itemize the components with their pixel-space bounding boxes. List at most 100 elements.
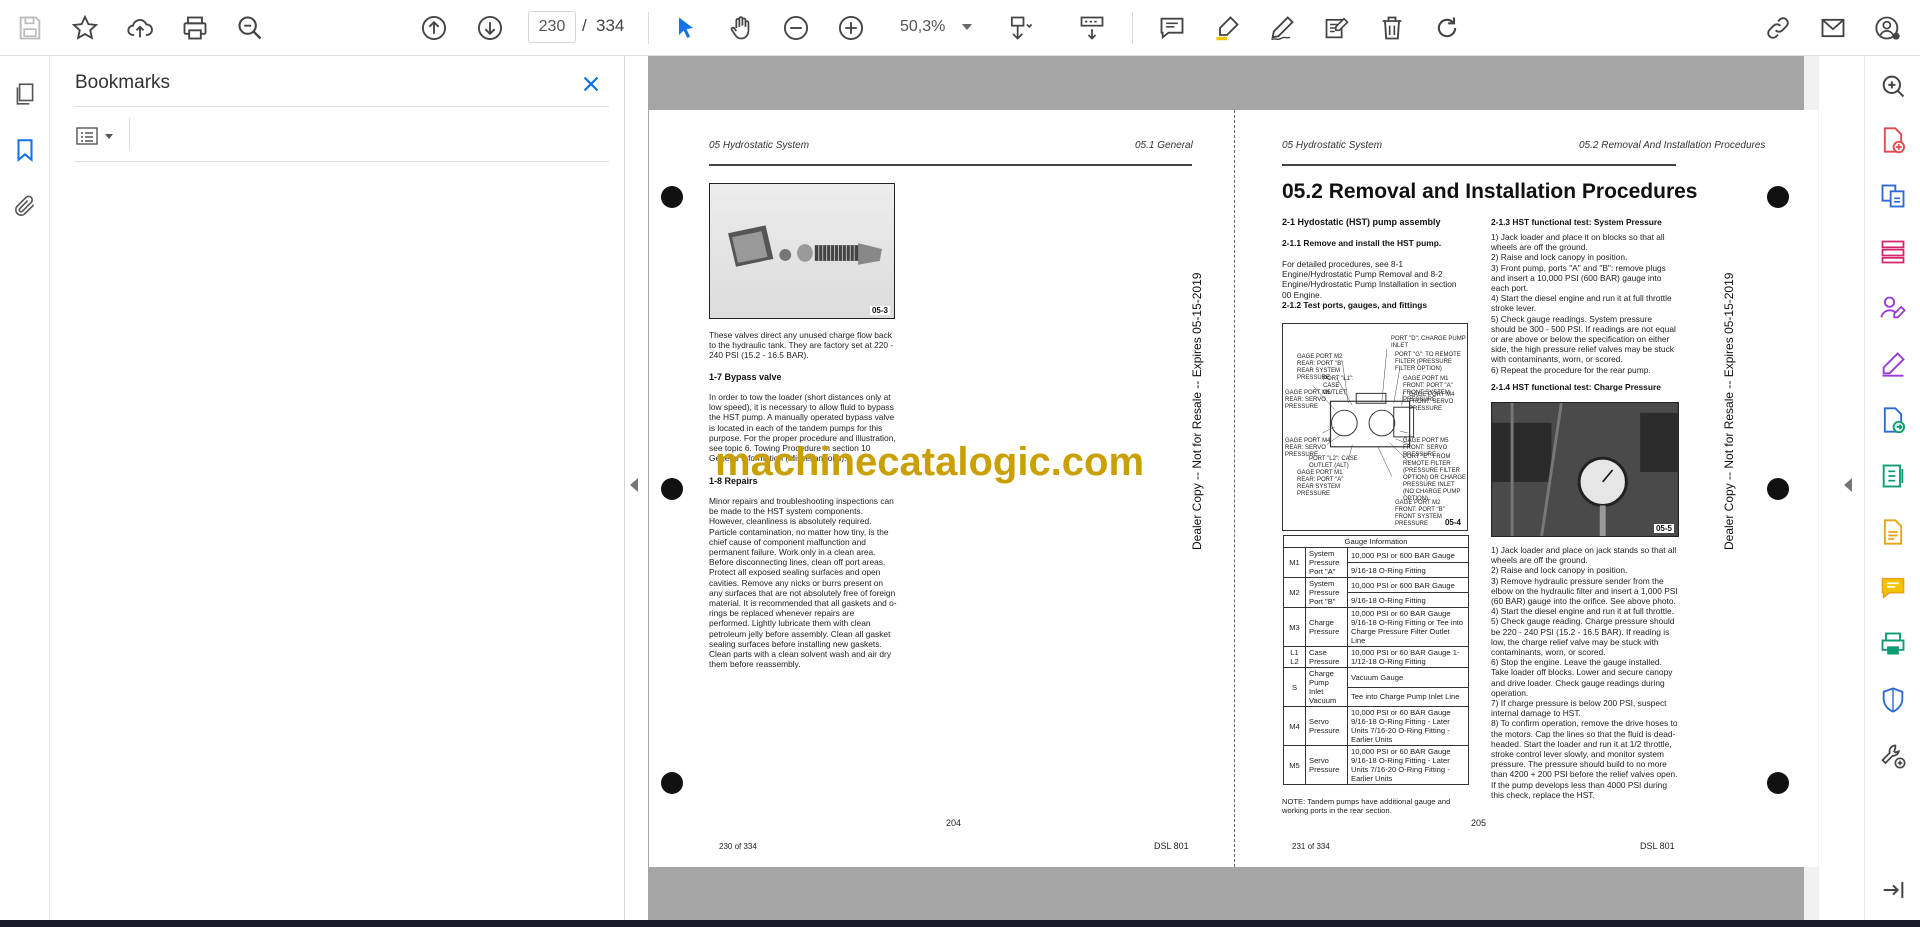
right-tools-rail [1864, 56, 1920, 920]
previous-page-icon[interactable] [416, 10, 452, 46]
collapse-left-pane-icon[interactable] [630, 478, 638, 492]
page-footer-count: 231 of 334 [1292, 842, 1330, 851]
list-item: 3) Remove hydraulic pressure sender from… [1491, 575, 1678, 607]
rotate-icon[interactable] [1429, 10, 1465, 46]
running-header-left: 05 Hydrostatic System [709, 140, 810, 151]
comment-icon[interactable] [1154, 10, 1190, 46]
taskbar-strip [0, 920, 1920, 927]
upload-cloud-icon[interactable] [122, 10, 158, 46]
account-user-icon[interactable] [1870, 10, 1906, 46]
email-icon[interactable] [1815, 10, 1851, 46]
binder-hole [1767, 478, 1789, 500]
delete-trash-icon[interactable] [1374, 10, 1410, 46]
edit-pdf-icon[interactable] [1877, 516, 1909, 548]
next-page-icon[interactable] [472, 10, 508, 46]
diagram-callout: GAGE PORT M5 REAR: SERVO PRESSURE [1285, 390, 1331, 410]
binder-hole [1767, 186, 1789, 208]
create-pdf-icon[interactable] [1877, 124, 1909, 156]
binder-hole [1767, 772, 1789, 794]
gauge-spec-cell: Tee into Charge Pump Inlet Line [1347, 686, 1469, 707]
table-row: M4 Servo Pressure 10,000 PSI or 60 BAR G… [1283, 706, 1469, 746]
zoom-level-select[interactable]: 50,3% [888, 11, 972, 43]
figure-label: 05-5 [1653, 524, 1674, 533]
expand-tools-pane-icon[interactable] [1877, 874, 1909, 906]
table-row: M3 Charge Pressure 10,000 PSI or 60 BAR … [1283, 607, 1469, 647]
close-panel-icon[interactable] [575, 68, 607, 100]
collapse-right-pane-icon[interactable] [1844, 478, 1852, 492]
header-rule [709, 164, 1192, 166]
section-heading-2-1-3: 2-1.3 HST functional test: System Pressu… [1491, 217, 1662, 227]
bookmark-options-button[interactable] [75, 120, 123, 152]
protect-shield-icon[interactable] [1877, 684, 1909, 716]
edit-text-icon[interactable] [1319, 10, 1355, 46]
binder-hole [661, 186, 683, 208]
diagram-callout: GAGE PORT M4 FRONT: SERVO PRESSURE [1409, 392, 1455, 412]
table-header-row: Gauge Information [1283, 535, 1469, 548]
paragraph-repairs: Minor repairs and troubleshooting inspec… [709, 496, 897, 670]
more-tools-icon[interactable] [1877, 740, 1909, 772]
zoom-dropdown-chevron-icon[interactable] [962, 24, 972, 30]
gauge-id-cell: S [1283, 667, 1306, 707]
toolbar-divider [1132, 12, 1133, 44]
scroll-mode-icon[interactable] [1074, 10, 1110, 46]
list-item: 7) If charge pressure is below 200 PSI, … [1491, 698, 1667, 719]
diagram-callout: PORT "G": TO REMOTE FILTER (PRESSURE FIL… [1395, 352, 1461, 372]
panel-divider [75, 161, 609, 162]
organize-pages-icon[interactable] [1877, 236, 1909, 268]
page-separator: / [582, 16, 587, 35]
table-row: L1 L2 Case Pressure 10,000 PSI or 60 BAR… [1283, 646, 1469, 668]
save-icon[interactable] [12, 10, 48, 46]
highlighter-icon[interactable] [1209, 10, 1245, 46]
binder-hole [661, 478, 683, 500]
comment-tool-icon[interactable] [1877, 572, 1909, 604]
bookmarks-ribbon-icon[interactable] [9, 134, 41, 166]
dealer-copy-side-text: Dealer Copy -- Not for Resale -- Expires… [1722, 272, 1736, 550]
options-chevron-down-icon [105, 133, 113, 139]
figure-label: 05-4 [1442, 518, 1463, 527]
zoom-out-icon[interactable] [778, 10, 814, 46]
list-item: 4) Start the diesel engine and run it at… [1491, 293, 1672, 314]
table-note: NOTE: Tandem pumps have additional gauge… [1282, 797, 1451, 815]
gauge-name-cell: Case Pressure [1305, 646, 1348, 668]
section-heading-bypass: 1-7 Bypass valve [709, 372, 782, 382]
draw-pen-icon[interactable] [1264, 10, 1300, 46]
list-item: 8) To confirm operation, remove the driv… [1491, 718, 1678, 800]
select-cursor-icon[interactable] [668, 10, 704, 46]
star-bookmark-icon[interactable] [67, 10, 103, 46]
section-heading-2-1-4: 2-1.4 HST functional test: Charge Pressu… [1491, 382, 1661, 392]
list-item: 4) Start the diesel engine and run it at… [1491, 606, 1674, 617]
hand-tool-icon[interactable] [723, 10, 759, 46]
page-footer-count: 230 of 334 [719, 842, 757, 851]
bookmarks-panel: Bookmarks [51, 56, 625, 920]
compress-pdf-icon[interactable] [1877, 460, 1909, 492]
list-item: 5) Check gauge readings. System pressure… [1491, 313, 1676, 365]
attachments-paperclip-icon[interactable] [9, 190, 41, 222]
table-row: S Charge Pump Inlet Vacuum Vacuum Gauge [1283, 667, 1469, 707]
zoom-tool-icon[interactable] [1877, 70, 1909, 102]
figure-label: 05-3 [869, 306, 890, 315]
printed-page-number: 204 [946, 818, 962, 828]
share-link-icon[interactable] [1760, 10, 1796, 46]
request-signatures-icon[interactable] [1877, 292, 1909, 324]
gauge-spec-cell: 9/16-18 O-Ring Fitting [1347, 562, 1469, 578]
valve-parts-illustration [728, 225, 882, 267]
list-item: 1) Jack loader and place on jack stands … [1491, 545, 1677, 566]
zoom-search-icon[interactable] [232, 10, 268, 46]
zoom-in-icon[interactable] [833, 10, 869, 46]
scan-ocr-icon[interactable] [1877, 628, 1909, 660]
combine-files-icon[interactable] [1877, 180, 1909, 212]
printed-page-number: 205 [1471, 818, 1487, 828]
print-icon[interactable] [177, 10, 213, 46]
export-pdf-icon[interactable] [1877, 404, 1909, 436]
charge-pressure-gauge-photo: 05-5 [1491, 402, 1679, 537]
gauge-name-cell: System Pressure Port "A" [1305, 547, 1348, 578]
fill-sign-icon[interactable] [1877, 348, 1909, 380]
panel-divider [129, 118, 130, 150]
steps-system-pressure: 1) Jack loader and place it on blocks so… [1491, 232, 1679, 375]
left-navigation-rail [0, 56, 50, 920]
page-fit-icon[interactable] [1002, 10, 1038, 46]
gauge-information-table: Gauge Information M1 System Pressure Por… [1283, 535, 1469, 785]
page-thumbnails-icon[interactable] [9, 78, 41, 110]
document-page-right: 05 Hydrostatic System 05.2 Removal And I… [1236, 110, 1818, 867]
page-number-input[interactable]: 230 [528, 11, 576, 43]
